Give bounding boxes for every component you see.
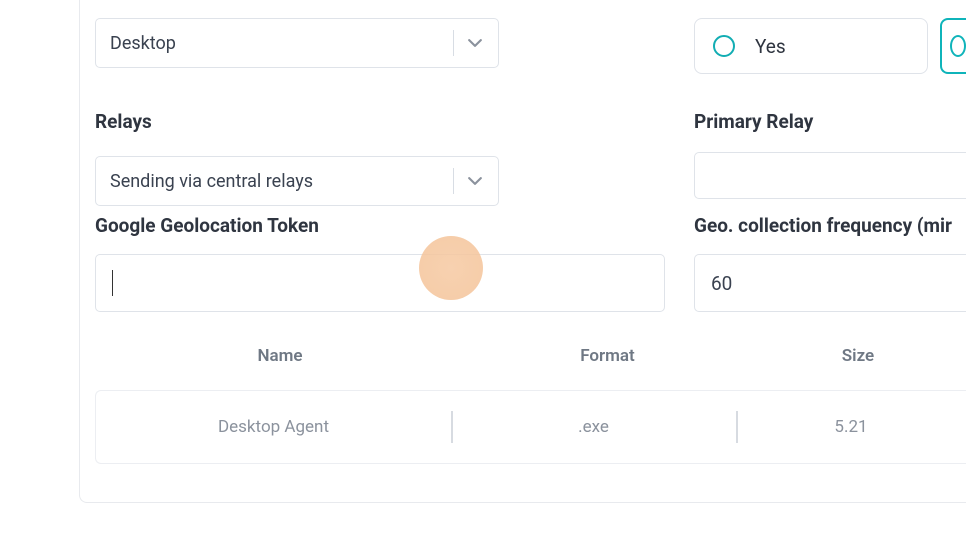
cell-size: 5.21 (736, 391, 966, 463)
select-separator (453, 30, 454, 56)
select-arrow-wrap (453, 19, 482, 67)
cell-name: Desktop Agent (96, 391, 451, 463)
radio-icon (713, 35, 735, 57)
platform-select-value: Desktop (110, 33, 176, 54)
table-row[interactable]: Desktop Agent .exe 5.21 (96, 391, 966, 463)
col-header-format: Format (465, 346, 750, 366)
cell-format: .exe (451, 391, 736, 463)
geo-frequency-label: Geo. collection frequency (mir (694, 214, 966, 237)
col-header-name: Name (95, 346, 465, 366)
geo-frequency-input[interactable]: 60 (694, 254, 966, 312)
table-header: Name Format Size (95, 336, 966, 390)
partial-radio-option[interactable] (940, 18, 966, 74)
chevron-down-icon (468, 174, 482, 188)
col-header-size: Size (750, 346, 966, 366)
google-geolocation-token-label: Google Geolocation Token (95, 214, 665, 237)
table-body: Desktop Agent .exe 5.21 (95, 390, 966, 464)
relays-label: Relays (95, 110, 499, 133)
yes-radio[interactable]: Yes (694, 18, 928, 74)
select-separator (453, 168, 454, 194)
downloads-table: Name Format Size Desktop Agent .exe 5.21 (95, 336, 966, 464)
text-caret (112, 270, 113, 296)
settings-panel: Desktop Relays Sending via central relay… (79, 0, 966, 503)
google-geolocation-token-input[interactable] (95, 254, 665, 312)
radio-icon (950, 35, 966, 57)
chevron-down-icon (468, 36, 482, 50)
select-arrow-wrap (453, 157, 482, 205)
relays-select[interactable]: Sending via central relays (95, 156, 499, 206)
geo-frequency-value: 60 (711, 272, 732, 295)
yes-radio-label: Yes (755, 35, 786, 58)
primary-relay-label: Primary Relay (694, 110, 966, 133)
primary-relay-input[interactable] (694, 152, 966, 199)
platform-select[interactable]: Desktop (95, 18, 499, 68)
relays-select-value: Sending via central relays (110, 171, 313, 192)
